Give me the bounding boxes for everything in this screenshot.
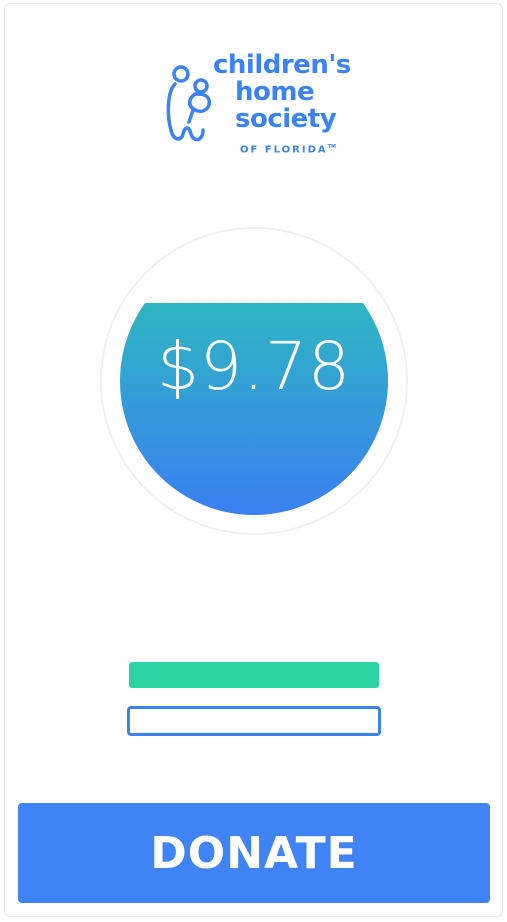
logo-subtitle-text: OF FLORIDA — [240, 144, 328, 156]
logo-line-3: society — [235, 104, 337, 134]
donate-button[interactable]: DONATE — [18, 803, 490, 903]
logo-subtitle: OF FLORIDATM — [240, 144, 336, 155]
logo: children's home society OF FLORIDATM — [165, 52, 351, 162]
green-option-bar[interactable] — [129, 662, 379, 688]
outlined-option-bar[interactable] — [127, 706, 381, 736]
donation-amount: $9.78 — [157, 328, 351, 405]
children-hugging-icon — [166, 65, 212, 142]
logo-wordmark: children's home society — [213, 52, 351, 133]
logo-line-1: children's — [213, 50, 351, 80]
logo-line-2: home — [235, 77, 315, 107]
trademark-mark: TM — [327, 144, 337, 150]
